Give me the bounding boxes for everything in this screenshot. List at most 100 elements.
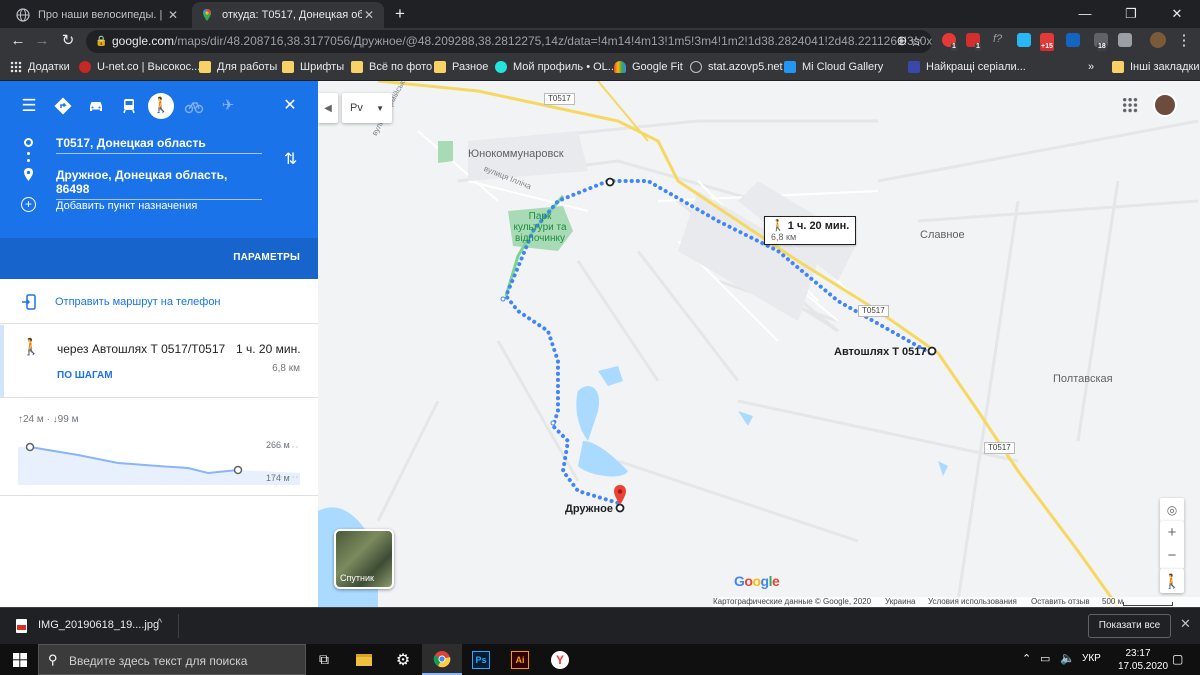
forward-icon[interactable]: → <box>30 28 54 54</box>
close-directions-icon[interactable]: ✕ <box>279 95 301 117</box>
walking-icon[interactable]: 🚶 <box>148 93 174 119</box>
globe-icon <box>690 61 702 73</box>
close-shelf-icon[interactable]: ✕ <box>1180 616 1191 632</box>
satellite-toggle[interactable]: Спутник <box>334 529 394 589</box>
language-indicator[interactable]: УКР <box>1082 653 1101 664</box>
reload-icon[interactable]: ↻ <box>56 28 80 54</box>
destination-input[interactable]: Дружное, Донецкая область, 86498 <box>56 168 262 200</box>
folder-icon <box>434 61 446 73</box>
clock[interactable]: 23:17 17.05.2020 <box>1118 647 1168 673</box>
chrome-taskbar-icon[interactable] <box>422 644 462 675</box>
back-icon[interactable]: ← <box>6 28 30 54</box>
feedback-link[interactable]: Оставить отзыв <box>1031 597 1090 606</box>
taskbar-search[interactable]: ⚲ Введите здесь текст для поиска <box>38 644 306 675</box>
download-options-icon[interactable]: ^ <box>157 617 162 629</box>
font-extension-icon[interactable]: f? <box>993 33 1007 47</box>
notifications-icon[interactable]: ▢ <box>1172 652 1183 666</box>
account-avatar[interactable] <box>1153 93 1177 117</box>
params-button[interactable]: ПАРАМЕТРЫ <box>233 252 300 263</box>
route-option[interactable]: 🚶 через Автошлях Т 0517/Т0517 1 ч. 20 ми… <box>0 325 318 397</box>
bookmark-other[interactable]: Інші закладки <box>1112 54 1199 80</box>
bookmark-folder-work[interactable]: Для работы <box>199 54 277 80</box>
yandex-browser-icon[interactable]: Y <box>540 644 580 675</box>
file-explorer-icon[interactable] <box>344 644 384 675</box>
destination-pin-icon[interactable] <box>613 485 627 505</box>
word-extension-icon[interactable] <box>1066 33 1080 47</box>
tab-maps[interactable]: откуда: Т0517, Донецкая област ✕ <box>192 2 384 28</box>
tab-title: откуда: Т0517, Донецкая област <box>222 9 362 21</box>
transit-icon[interactable] <box>118 95 140 117</box>
flight-icon[interactable]: ✈ <box>217 95 239 117</box>
bookmark-label: Найкращі серіали... <box>926 61 1026 73</box>
terms-link[interactable]: Условия использования <box>928 597 1017 606</box>
route-time: 1 ч. 20 мин. <box>236 342 301 356</box>
driving-icon[interactable] <box>85 95 107 117</box>
add-destination-link[interactable]: Добавить пункт назначения <box>56 200 197 212</box>
bookmark-folder-misc[interactable]: Разное <box>434 54 488 80</box>
globe-icon <box>16 8 30 22</box>
illustrator-icon[interactable]: Ai <box>500 644 540 675</box>
close-tab-icon[interactable]: ✕ <box>166 8 180 22</box>
send-to-phone-icon <box>22 294 36 310</box>
network-icon[interactable]: ▭ <box>1040 652 1050 665</box>
swap-icon[interactable]: ⇅ <box>284 149 297 169</box>
chrome-menu-icon[interactable]: ⋮ <box>1172 28 1196 54</box>
bookmark-folder-photo[interactable]: Всё по фото <box>351 54 432 80</box>
send-to-phone-link[interactable]: Отправить маршрут на телефон <box>55 296 221 308</box>
bookmark-stat[interactable]: stat.azovp5.net <box>690 54 783 80</box>
tray-overflow-icon[interactable]: ⌃ <box>1022 652 1031 665</box>
restore-icon[interactable]: ❐ <box>1108 0 1154 28</box>
new-tab-button[interactable]: + <box>390 4 410 24</box>
profile-avatar[interactable] <box>1150 32 1166 48</box>
map-drawing <box>318 81 1199 607</box>
zoom-out-button[interactable]: − <box>1168 545 1177 569</box>
add-destination-icon[interactable]: + <box>21 197 36 212</box>
bookmark-folder-fonts[interactable]: Шрифты <box>282 54 344 80</box>
tab-bicycles[interactable]: Про наши велосипеды. | Страни ✕ <box>8 2 188 28</box>
photoshop-icon[interactable]: Ps <box>461 644 501 675</box>
mi-cloud-icon <box>784 61 796 73</box>
best-route-icon[interactable] <box>52 95 74 117</box>
origin-input[interactable]: Т0517, Донецкая область <box>56 136 262 154</box>
route-callout[interactable]: 🚶 1 ч. 20 мин. 6,8 км <box>764 216 857 245</box>
pegman-icon[interactable]: 🚶 <box>1160 569 1184 593</box>
task-view-icon[interactable]: ⧉ <box>304 644 344 675</box>
collapse-panel-button[interactable]: ◀ <box>318 93 338 123</box>
bookmark-mi-cloud[interactable]: Mi Cloud Gallery <box>784 54 883 80</box>
address-bar[interactable]: 🔒 google.com/maps/dir/48.208716,38.31770… <box>86 30 932 53</box>
map-label-park: Парк культури та відпочинку <box>513 211 567 244</box>
bookmark-google-fit[interactable]: Google Fit <box>614 54 683 80</box>
step-by-step-link[interactable]: ПО ШАГАМ <box>57 370 113 381</box>
attribution-country[interactable]: Украина <box>885 597 915 606</box>
menu-icon[interactable]: ☰ <box>18 95 40 117</box>
scale-label[interactable]: 500 м <box>1102 597 1123 606</box>
cycling-icon[interactable] <box>183 95 205 117</box>
attribution-bar: Картографические данные © Google, 2020 У… <box>713 597 1200 607</box>
close-tab-icon[interactable]: ✕ <box>362 8 376 22</box>
close-window-icon[interactable]: ✕ <box>1154 0 1200 28</box>
download-file-name[interactable]: IMG_20190618_19....jpg <box>38 619 159 631</box>
show-all-button[interactable]: Показати все <box>1088 614 1171 638</box>
zoom-in-button[interactable]: + <box>1168 521 1177 545</box>
bookmark-apps[interactable]: Додатки <box>10 54 70 80</box>
bookmark-star-icon[interactable]: ☆ <box>904 28 928 54</box>
apps-grid-icon[interactable] <box>1122 97 1138 113</box>
bookmarks-overflow-button[interactable]: » <box>1088 54 1094 80</box>
tab-extension-icon[interactable] <box>1118 33 1132 47</box>
settings-gear-icon[interactable]: ⚙ <box>383 644 423 675</box>
search-placeholder: Введите здесь текст для поиска <box>69 654 248 668</box>
minimize-icon[interactable]: — <box>1062 0 1108 28</box>
screenshot-extension-icon[interactable] <box>1017 33 1031 47</box>
layer-selector[interactable]: Рv ▼ <box>342 93 392 123</box>
search-icon: ⚲ <box>48 652 58 667</box>
zoom-controls: + − <box>1160 521 1184 569</box>
bookmark-olx[interactable]: Мой профиль • OL... <box>495 54 617 80</box>
bookmark-unet[interactable]: U-net.co | Высокос... <box>79 54 200 80</box>
bookmark-serials[interactable]: Найкращі серіали... <box>908 54 1026 80</box>
map-canvas[interactable]: Юнокоммунаровск Парк культури та відпочи… <box>318 81 1200 607</box>
volume-icon[interactable]: 🔈 <box>1060 651 1075 665</box>
folder-icon <box>282 61 294 73</box>
windows-start-icon[interactable] <box>0 644 40 675</box>
my-location-icon[interactable]: ◎ <box>1160 498 1184 522</box>
bookmark-label: Додатки <box>28 61 70 73</box>
